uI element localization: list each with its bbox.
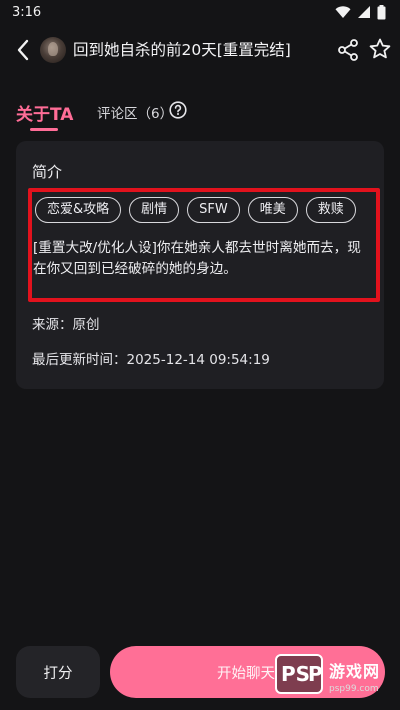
favorite-button[interactable] bbox=[368, 37, 392, 61]
tag-chip[interactable]: 恋爱&攻略 bbox=[35, 197, 122, 223]
watermark-title: 游戏网 bbox=[329, 662, 381, 681]
intro-description: [重置大改/优化人设]你在她亲人都去世时离她而去，现在你又回到已经破碎的她的身边… bbox=[33, 240, 361, 277]
rate-button[interactable]: 打分 bbox=[16, 646, 100, 698]
share-button[interactable] bbox=[336, 38, 360, 62]
active-tab-indicator bbox=[30, 128, 58, 131]
tag-list: 恋爱&攻略 剧情 SFW 唯美 救赎 bbox=[35, 197, 356, 223]
top-app-bar: 回到她自杀的前20天[重置完结] bbox=[0, 30, 400, 70]
watermark-logo: PS P bbox=[275, 654, 323, 694]
back-button[interactable] bbox=[10, 36, 36, 64]
tab-bar: 关于TA 评论区（6） bbox=[0, 92, 400, 132]
tag-chip[interactable]: SFW bbox=[187, 197, 240, 223]
watermark: PS P 游戏网 psp99.com bbox=[275, 654, 400, 708]
tab-about[interactable]: 关于TA bbox=[16, 100, 73, 125]
tag-chip[interactable]: 救赎 bbox=[305, 197, 356, 223]
status-bar: 3:16 bbox=[0, 0, 400, 24]
source-text: 来源：原创 bbox=[32, 317, 100, 333]
last-updated-text: 最后更新时间：2025-12-14 09:54:19 bbox=[32, 352, 270, 368]
signal-icon bbox=[358, 6, 370, 18]
intro-title: 简介 bbox=[32, 163, 63, 181]
battery-icon bbox=[377, 4, 386, 19]
svg-text:P: P bbox=[308, 662, 321, 686]
help-icon bbox=[169, 101, 187, 119]
svg-text:PS: PS bbox=[281, 662, 310, 686]
page-title: 回到她自杀的前20天[重置完结] bbox=[73, 41, 291, 59]
star-icon bbox=[369, 38, 391, 59]
share-icon bbox=[338, 39, 358, 61]
status-icons bbox=[335, 4, 386, 20]
tag-chip[interactable]: 唯美 bbox=[247, 197, 298, 223]
watermark-text: 游戏网 psp99.com bbox=[329, 658, 380, 694]
status-time: 3:16 bbox=[12, 4, 42, 20]
help-button[interactable] bbox=[169, 101, 187, 119]
app-screen: 3:16 回到她自杀的前20天[重置完结] 关于TA 评论区（6） 简介 恋爱&… bbox=[0, 0, 400, 710]
intro-card: 简介 恋爱&攻略 剧情 SFW 唯美 救赎 [重置大改/优化人设]你在她亲人都去… bbox=[16, 141, 384, 389]
watermark-url: psp99.com bbox=[329, 684, 379, 694]
wifi-icon bbox=[335, 6, 351, 18]
tag-chip[interactable]: 剧情 bbox=[129, 197, 180, 223]
tab-comments[interactable]: 评论区（6） bbox=[97, 102, 173, 122]
back-arrow-icon bbox=[17, 39, 29, 61]
character-avatar[interactable] bbox=[40, 37, 66, 63]
